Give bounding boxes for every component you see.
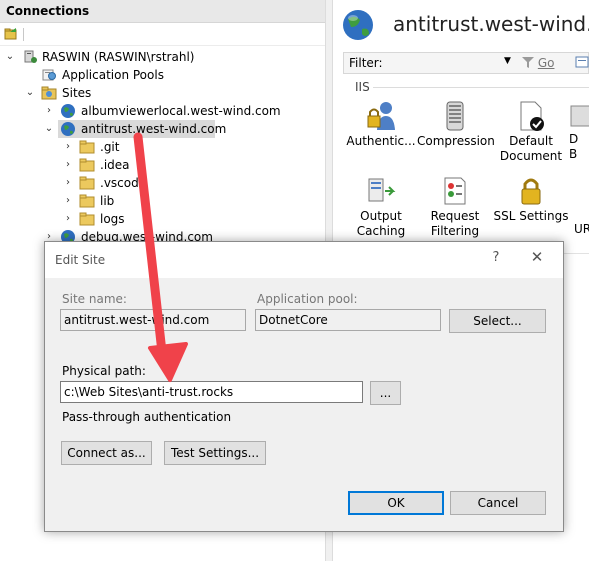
physical-path-label: Physical path: bbox=[62, 364, 146, 378]
group-divider bbox=[373, 87, 589, 88]
help-icon[interactable]: ? bbox=[489, 250, 503, 265]
tree-item-label: .git bbox=[100, 140, 120, 154]
feature-url-rewrite[interactable]: UR bbox=[569, 175, 589, 236]
server-icon bbox=[24, 50, 37, 63]
folder-icon bbox=[79, 158, 95, 172]
collapse-arrow-icon[interactable]: › bbox=[63, 174, 73, 192]
close-icon[interactable]: ✕ bbox=[528, 248, 546, 266]
site-title: antitrust.west-wind.com bbox=[393, 12, 589, 36]
edit-site-dialog: Edit Site ? ✕ Site name: antitrust.west-… bbox=[44, 241, 564, 532]
collapse-arrow-icon[interactable]: › bbox=[44, 102, 54, 120]
feature-label: Output Caching bbox=[356, 209, 406, 238]
connections-header: Connections bbox=[0, 0, 325, 23]
collapse-arrow-icon[interactable]: › bbox=[63, 192, 73, 210]
filter-bar: Filter: ▼ Go bbox=[343, 52, 589, 74]
tree-item-label: Application Pools bbox=[62, 68, 164, 82]
feature-default-document[interactable]: Default Document bbox=[493, 100, 569, 164]
tree-item-label: antitrust.west-wind.com bbox=[81, 122, 227, 136]
folder-icon bbox=[79, 194, 95, 208]
output-caching-icon bbox=[368, 178, 396, 202]
tree-item-label: .idea bbox=[100, 158, 130, 172]
site-name-label: Site name: bbox=[62, 292, 127, 306]
site-name-field: antitrust.west-wind.com bbox=[60, 309, 246, 331]
tree-item-label: logs bbox=[100, 212, 125, 226]
feature-label: Request Filtering bbox=[430, 209, 480, 238]
feature-label: Compression bbox=[417, 134, 495, 148]
show-all-icon[interactable] bbox=[573, 54, 589, 72]
go-label: Go bbox=[537, 56, 555, 70]
tree-item-label: albumviewerlocal.west-wind.com bbox=[81, 104, 281, 118]
physical-path-input[interactable]: c:\Web Sites\anti-trust.rocks bbox=[60, 381, 363, 403]
request-filtering-icon bbox=[444, 177, 466, 205]
authentication-icon bbox=[367, 102, 395, 130]
site-globe-icon bbox=[343, 10, 373, 40]
feature-label: Authentic... bbox=[346, 134, 416, 148]
expand-arrow-icon[interactable]: ⌄ bbox=[44, 120, 54, 138]
go-button[interactable]: Go bbox=[522, 56, 554, 70]
app-pool-field: DotnetCore bbox=[255, 309, 441, 331]
feature-request-filtering[interactable]: Request Filtering bbox=[417, 175, 493, 239]
tree-item-folder[interactable]: › .git bbox=[0, 138, 325, 156]
tree-item-folder[interactable]: › logs bbox=[0, 210, 325, 228]
feature-ssl-settings[interactable]: SSL Settings bbox=[493, 175, 569, 224]
tree-item-folder[interactable]: › lib bbox=[0, 192, 325, 210]
feature-label: SSL Settings bbox=[493, 209, 569, 223]
collapse-arrow-icon[interactable]: › bbox=[63, 210, 73, 228]
filter-label: Filter: bbox=[349, 56, 383, 70]
funnel-icon bbox=[522, 57, 534, 68]
toolbar-separator bbox=[23, 28, 24, 41]
expand-arrow-icon[interactable]: ⌄ bbox=[5, 48, 15, 66]
group-label-iis: IIS bbox=[355, 80, 370, 94]
chevron-down-icon[interactable]: ▼ bbox=[504, 56, 511, 66]
tree-item-site-selected[interactable]: ⌄ antitrust.west-wind.com bbox=[0, 120, 325, 138]
feature-label: D B bbox=[569, 132, 579, 161]
filter-input[interactable] bbox=[384, 55, 513, 72]
tree-item-label: RASWIN (RASWIN\rstrahl) bbox=[42, 50, 195, 64]
compression-icon bbox=[446, 101, 464, 131]
globe-icon bbox=[61, 104, 75, 118]
tree-item-application-pools[interactable]: Application Pools bbox=[0, 66, 325, 84]
connections-toolbar bbox=[0, 24, 325, 46]
tree-item-label: lib bbox=[100, 194, 115, 208]
collapse-arrow-icon[interactable]: › bbox=[63, 138, 73, 156]
expand-arrow-icon[interactable]: ⌄ bbox=[25, 84, 35, 102]
tree-item-folder[interactable]: › .idea bbox=[0, 156, 325, 174]
dialog-title: Edit Site bbox=[55, 253, 106, 267]
feature-label: UR bbox=[574, 222, 589, 236]
application-pools-icon bbox=[42, 69, 56, 81]
feature-compression[interactable]: Compression bbox=[417, 100, 495, 149]
directory-browsing-icon bbox=[570, 105, 589, 127]
sites-folder-icon bbox=[41, 86, 57, 100]
connect-as-button[interactable]: Connect as... bbox=[61, 441, 152, 465]
url-rewrite-icon bbox=[569, 175, 589, 207]
feature-authentication[interactable]: Authentic... bbox=[343, 100, 419, 149]
app-pool-label: Application pool: bbox=[257, 292, 358, 306]
globe-icon bbox=[61, 122, 75, 136]
default-document-icon bbox=[520, 101, 544, 131]
lock-icon bbox=[521, 178, 541, 205]
ok-button[interactable]: OK bbox=[348, 491, 444, 515]
folder-icon bbox=[79, 212, 95, 226]
collapse-arrow-icon[interactable]: › bbox=[63, 156, 73, 174]
tree-item-folder[interactable]: › .vscode bbox=[0, 174, 325, 192]
browse-button[interactable]: ... bbox=[370, 381, 401, 405]
cancel-button[interactable]: Cancel bbox=[450, 491, 546, 515]
feature-directory-browsing[interactable]: D B bbox=[569, 100, 589, 162]
test-settings-button[interactable]: Test Settings... bbox=[164, 441, 266, 465]
select-button[interactable]: Select... bbox=[449, 309, 546, 333]
dialog-titlebar[interactable]: Edit Site ? ✕ bbox=[45, 242, 563, 278]
tree-item-label: Sites bbox=[62, 86, 92, 100]
feature-output-caching[interactable]: Output Caching bbox=[343, 175, 419, 239]
tree-item-site[interactable]: › albumviewerlocal.west-wind.com bbox=[0, 102, 325, 120]
tree-item-sites[interactable]: ⌄ Sites bbox=[0, 84, 325, 102]
folder-icon bbox=[79, 140, 95, 154]
folder-icon bbox=[79, 176, 95, 190]
tree-item-server[interactable]: ⌄ RASWIN (RASWIN\rstrahl) bbox=[0, 48, 325, 66]
feature-label: Default Document bbox=[499, 134, 563, 163]
tree-item-label: .vscode bbox=[100, 176, 147, 190]
pass-through-label: Pass-through authentication bbox=[62, 410, 232, 424]
create-connection-icon[interactable] bbox=[4, 27, 18, 41]
dialog-body: Site name: antitrust.west-wind.com Appli… bbox=[45, 278, 563, 531]
